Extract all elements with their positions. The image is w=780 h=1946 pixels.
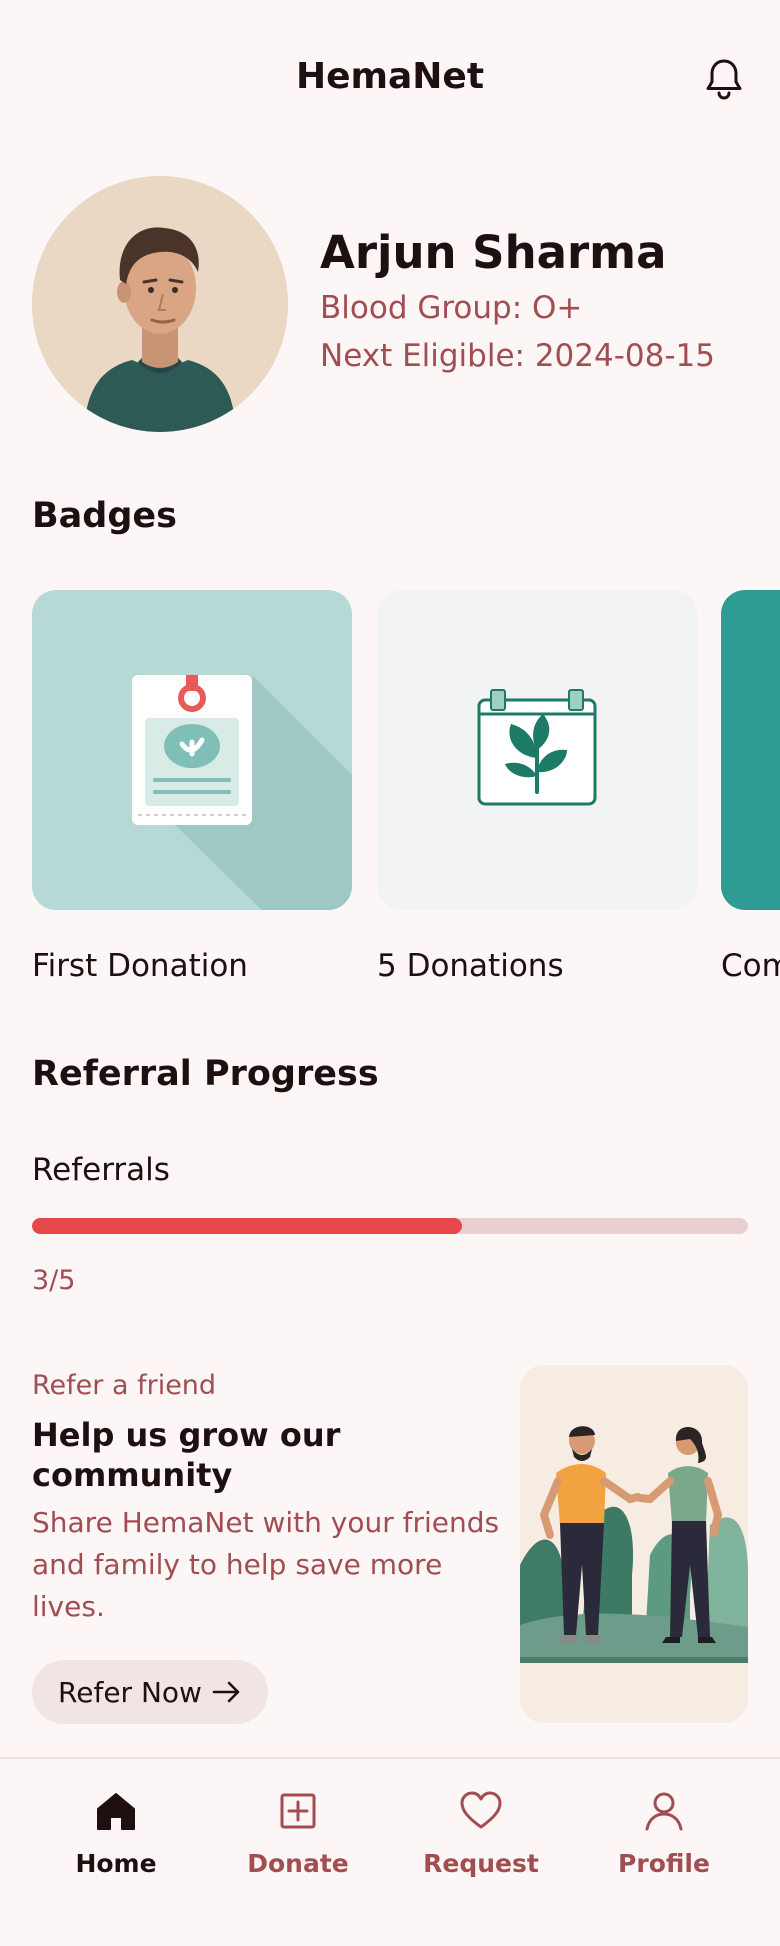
handshake-illustration: [520, 1365, 748, 1723]
nav-label-profile: Profile: [618, 1849, 710, 1878]
referral-section-title: Referral Progress: [32, 1054, 379, 1094]
bell-icon[interactable]: [700, 55, 748, 103]
badges-carousel[interactable]: First Donation 5 Donations Com: [0, 560, 780, 1000]
nav-item-home[interactable]: Home: [26, 1759, 206, 1899]
nav-item-request[interactable]: Request: [391, 1759, 571, 1899]
arrow-right-icon: [212, 1681, 240, 1703]
badge-card-partial[interactable]: [721, 590, 780, 910]
badge-card-5-donations[interactable]: [377, 590, 697, 910]
refer-now-label: Refer Now: [58, 1675, 202, 1709]
next-eligible-text: Next Eligible: 2024-08-15: [320, 338, 715, 374]
refer-now-button[interactable]: Refer Now: [32, 1660, 268, 1724]
heart-icon: [460, 1791, 502, 1829]
app-header: HemaNet: [0, 0, 780, 160]
blood-group-text: Blood Group: O+: [320, 290, 583, 326]
nav-label-donate: Donate: [247, 1849, 349, 1878]
badges-section-title: Badges: [32, 496, 177, 536]
bottom-navigation: Home Donate Request Profile: [0, 1757, 780, 1946]
badge-label: First Donation: [32, 948, 248, 984]
app-title: HemaNet: [295, 56, 485, 97]
person-portrait-illustration: [32, 176, 288, 432]
referral-progress-bar: [32, 1218, 748, 1234]
calendar-leaf-icon: [477, 689, 597, 806]
nav-item-profile[interactable]: Profile: [574, 1759, 754, 1899]
referrals-label: Referrals: [32, 1152, 170, 1188]
refer-eyebrow: Refer a friend: [32, 1370, 217, 1401]
nav-item-donate[interactable]: Donate: [208, 1759, 388, 1899]
referral-count: 3/5: [32, 1265, 76, 1296]
blood-bag-icon: [132, 675, 352, 910]
referral-progress-fill: [32, 1218, 462, 1234]
badge-card-first-donation[interactable]: [32, 590, 352, 910]
nav-label-home: Home: [75, 1849, 157, 1878]
plus-square-icon: [280, 1793, 316, 1829]
home-icon: [97, 1793, 135, 1830]
refer-title: Help us grow our community: [32, 1416, 341, 1494]
badge-label: 5 Donations: [377, 948, 564, 984]
avatar[interactable]: [32, 176, 288, 432]
refer-description: Share HemaNet with your friends and fami…: [32, 1506, 500, 1623]
nav-label-request: Request: [423, 1849, 539, 1878]
profile-name: Arjun Sharma: [320, 226, 667, 279]
badge-label: Com: [721, 948, 780, 984]
user-icon: [645, 1792, 683, 1831]
